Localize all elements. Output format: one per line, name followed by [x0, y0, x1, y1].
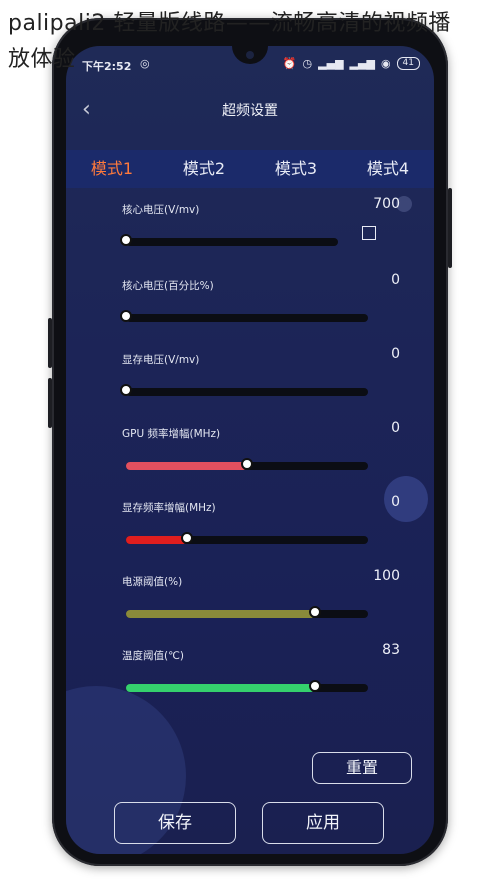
slider-row-memory-voltage: 显存电压(V/mv) 0	[120, 346, 400, 412]
slider-handle[interactable]	[180, 532, 193, 544]
slider-row-memory-frequency: 显存频率增幅(MHz) 0	[122, 494, 400, 560]
tab-mode-1[interactable]: 模式1	[66, 150, 158, 188]
tab-mode-4[interactable]: 模式4	[342, 150, 434, 188]
slider-row-core-voltage-percent: 核心电压(百分比%) 0	[120, 272, 400, 338]
slider-label: 电源阈值(%)	[122, 576, 183, 588]
slider-fill	[126, 684, 315, 692]
mode-tabs: 模式1 模式2 模式3 模式4	[66, 150, 434, 188]
slider-value: 100	[373, 568, 400, 584]
slider-value: 0	[391, 420, 400, 436]
slider-row-core-voltage: 核心电压(V/mv) 700	[120, 196, 400, 262]
page-caption: palipali2 轻量版线路——流畅高清的视频播 放体验	[8, 6, 496, 78]
volume-up-button	[48, 318, 52, 368]
slider-track[interactable]	[126, 606, 368, 618]
top-nav-bar: ‹ 超频设置	[66, 86, 434, 138]
slider-track[interactable]	[120, 384, 368, 396]
slider-track[interactable]	[120, 310, 368, 322]
slider-label: 核心电压(V/mv)	[122, 204, 200, 216]
power-button	[448, 188, 452, 268]
slider-value: 0	[391, 346, 400, 362]
slider-handle[interactable]	[120, 384, 132, 396]
caption-line-1: palipali2 轻量版线路——流畅高清的视频播	[8, 11, 451, 36]
slider-label: 显存电压(V/mv)	[122, 354, 200, 366]
slider-track[interactable]	[126, 680, 368, 692]
slider-handle[interactable]	[308, 680, 321, 692]
slider-label: GPU 频率增幅(MHz)	[122, 428, 221, 440]
slider-value: 0	[391, 494, 400, 510]
slider-value: 83	[382, 642, 400, 658]
apply-button[interactable]: 应用	[262, 802, 384, 844]
slider-fill	[126, 610, 315, 618]
slider-handle[interactable]	[308, 606, 321, 618]
phone-frame: 下午2:52 ◎ ⏰ ◷ ▂▄▆ ▂▄▆ ◉ 41 ‹ 超频设置 模式1 模式2…	[48, 18, 452, 866]
slider-fill	[126, 462, 247, 470]
caption-line-2: 放体验	[8, 47, 76, 72]
slider-value: 0	[391, 272, 400, 288]
slider-track[interactable]	[126, 532, 368, 544]
slider-row-power-limit: 电源阈值(%) 100	[122, 568, 400, 634]
app-screen: 下午2:52 ◎ ⏰ ◷ ▂▄▆ ▂▄▆ ◉ 41 ‹ 超频设置 模式1 模式2…	[66, 46, 434, 854]
tab-mode-3[interactable]: 模式3	[250, 150, 342, 188]
page-title: 超频设置	[222, 103, 278, 119]
slider-label: 显存频率增幅(MHz)	[122, 502, 216, 514]
slider-label: 温度阈值(℃)	[122, 650, 184, 662]
core-voltage-checkbox[interactable]	[362, 226, 376, 240]
reset-button[interactable]: 重置	[312, 752, 412, 784]
slider-row-temperature-limit: 温度阈值(℃) 83	[122, 642, 400, 708]
volume-down-button	[48, 378, 52, 428]
slider-handle[interactable]	[241, 458, 253, 470]
slider-fill	[126, 536, 187, 544]
tab-mode-2[interactable]: 模式2	[158, 150, 250, 188]
slider-track[interactable]	[120, 234, 338, 246]
slider-handle[interactable]	[120, 234, 132, 246]
save-button[interactable]: 保存	[114, 802, 236, 844]
slider-value: 700	[373, 196, 400, 212]
slider-row-gpu-frequency: GPU 频率增幅(MHz) 0	[122, 420, 400, 486]
slider-handle[interactable]	[120, 310, 132, 322]
slider-track[interactable]	[126, 458, 368, 470]
slider-label: 核心电压(百分比%)	[122, 280, 214, 292]
